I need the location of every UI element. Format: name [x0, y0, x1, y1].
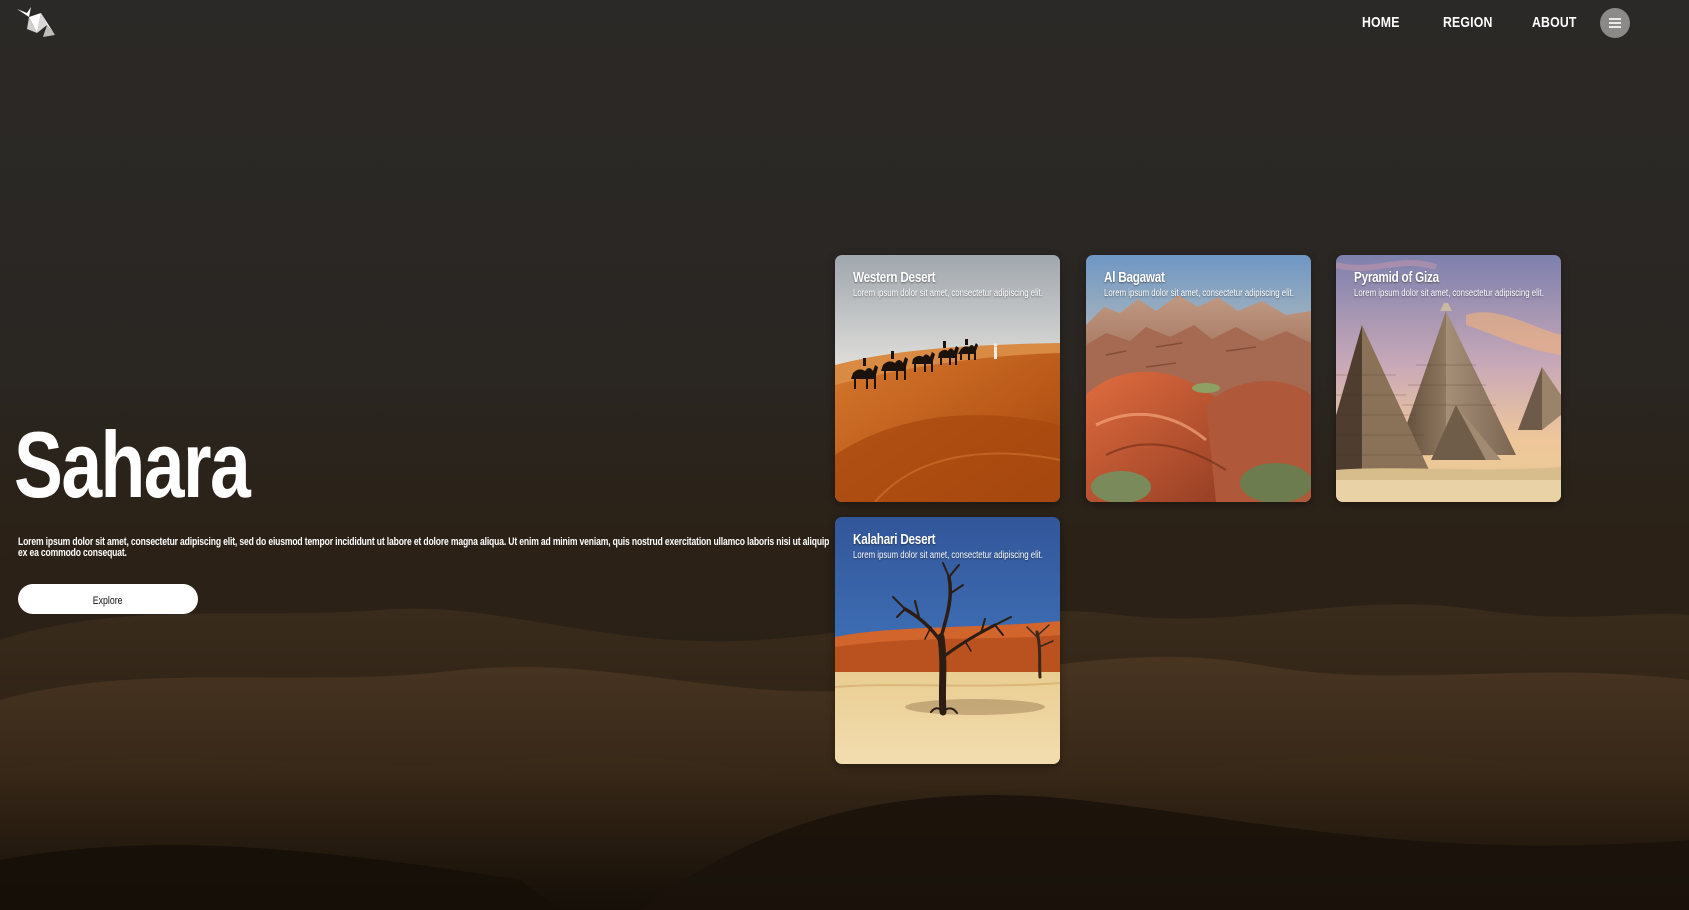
nav-home-link[interactable]: HOME — [1362, 14, 1400, 31]
page: HOME REGION ABOUT Sahara Lorem ipsum dol… — [0, 0, 1689, 910]
hero-title: Sahara — [14, 412, 251, 517]
explore-button[interactable]: Explore — [18, 584, 198, 614]
card-description: Lorem ipsum dolor sit amet, consectetur … — [853, 550, 1043, 561]
card-title: Western Desert — [853, 269, 936, 286]
origami-bird-logo-icon[interactable] — [17, 7, 57, 41]
card-kalahari-desert[interactable]: Kalahari Desert Lorem ipsum dolor sit am… — [835, 517, 1060, 764]
explore-button-label: Explore — [93, 594, 123, 607]
card-description: Lorem ipsum dolor sit amet, consectetur … — [1354, 288, 1544, 299]
card-pyramid-of-giza[interactable]: Pyramid of Giza Lorem ipsum dolor sit am… — [1336, 255, 1561, 502]
hamburger-menu-icon[interactable] — [1600, 8, 1630, 38]
hero-description: Lorem ipsum dolor sit amet, consectetur … — [18, 536, 830, 559]
card-western-desert[interactable]: Western Desert Lorem ipsum dolor sit ame… — [835, 255, 1060, 502]
card-al-bagawat[interactable]: Al Bagawat Lorem ipsum dolor sit amet, c… — [1086, 255, 1311, 502]
nav-about-link[interactable]: ABOUT — [1532, 14, 1577, 31]
card-description: Lorem ipsum dolor sit amet, consectetur … — [1104, 288, 1294, 299]
card-title: Kalahari Desert — [853, 531, 936, 548]
card-title: Pyramid of Giza — [1354, 269, 1439, 286]
card-title: Al Bagawat — [1104, 269, 1165, 286]
card-description: Lorem ipsum dolor sit amet, consectetur … — [853, 288, 1043, 299]
nav-region-link[interactable]: REGION — [1443, 14, 1493, 31]
